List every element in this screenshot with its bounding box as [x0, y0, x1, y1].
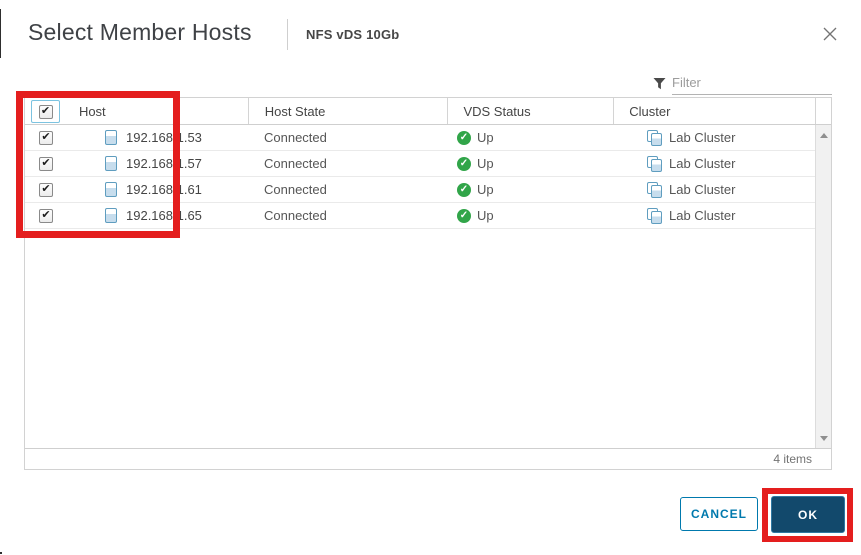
- host-icon: [105, 182, 117, 197]
- scroll-up-arrow-icon[interactable]: [816, 127, 831, 143]
- table-footer: 4 items: [25, 448, 831, 469]
- cluster-icon: [647, 156, 663, 172]
- host-name: 192.168.1.57: [126, 156, 202, 171]
- select-all-checkbox[interactable]: [39, 105, 53, 119]
- vds-status: Up: [477, 182, 494, 197]
- table-row[interactable]: 192.168.1.61 Connected Up Lab Cluster: [25, 177, 831, 203]
- filter-icon: [653, 77, 666, 95]
- host-state: Connected: [248, 177, 448, 202]
- column-header-host-state[interactable]: Host State: [248, 98, 448, 124]
- screenshot-edge-artifact: [0, 9, 1, 58]
- hosts-table: Host Host State VDS Status Cluster 192.1…: [24, 97, 832, 470]
- table-row[interactable]: 192.168.1.65 Connected Up Lab Cluster: [25, 203, 831, 229]
- status-up-icon: [457, 209, 471, 223]
- status-up-icon: [457, 131, 471, 145]
- scroll-down-arrow-icon[interactable]: [816, 430, 831, 446]
- column-header-host[interactable]: Host: [66, 98, 248, 124]
- table-header-row: Host Host State VDS Status Cluster: [25, 98, 831, 125]
- select-member-hosts-dialog: Select Member Hosts NFS vDS 10Gb Host: [0, 0, 861, 555]
- filter-box: [650, 70, 832, 96]
- filter-input[interactable]: [672, 70, 832, 95]
- host-icon: [105, 156, 117, 171]
- row-checkbox[interactable]: [39, 209, 53, 223]
- cluster-name: Lab Cluster: [669, 208, 735, 223]
- cluster-name: Lab Cluster: [669, 182, 735, 197]
- vds-status: Up: [477, 208, 494, 223]
- column-header-vds-status[interactable]: VDS Status: [447, 98, 613, 124]
- vds-status: Up: [477, 130, 494, 145]
- cluster-icon: [647, 182, 663, 198]
- host-name: 192.168.1.65: [126, 208, 202, 223]
- cluster-name: Lab Cluster: [669, 130, 735, 145]
- select-all-focus-ring: [31, 100, 60, 123]
- table-row[interactable]: 192.168.1.57 Connected Up Lab Cluster: [25, 151, 831, 177]
- table-scrollbar[interactable]: [815, 125, 831, 448]
- table-body: 192.168.1.53 Connected Up Lab Cluster 19…: [25, 125, 831, 448]
- host-name: 192.168.1.53: [126, 130, 202, 145]
- dialog-subtitle: NFS vDS 10Gb: [306, 27, 399, 42]
- select-all-cell: [25, 98, 66, 124]
- screenshot-edge-artifact: [0, 552, 2, 554]
- cluster-icon: [647, 208, 663, 224]
- title-divider: [287, 19, 288, 50]
- page-title: Select Member Hosts: [28, 19, 252, 46]
- host-state: Connected: [248, 203, 448, 228]
- column-header-spacer: [815, 98, 831, 124]
- row-checkbox[interactable]: [39, 157, 53, 171]
- vds-status: Up: [477, 156, 494, 171]
- host-state: Connected: [248, 151, 448, 176]
- host-state: Connected: [248, 125, 448, 150]
- host-icon: [105, 208, 117, 223]
- close-button[interactable]: [819, 24, 841, 46]
- item-count: 4 items: [773, 452, 812, 466]
- table-row[interactable]: 192.168.1.53 Connected Up Lab Cluster: [25, 125, 831, 151]
- status-up-icon: [457, 183, 471, 197]
- close-icon: [822, 26, 838, 45]
- ok-button[interactable]: OK: [771, 496, 845, 533]
- host-name: 192.168.1.61: [126, 182, 202, 197]
- cluster-name: Lab Cluster: [669, 156, 735, 171]
- status-up-icon: [457, 157, 471, 171]
- row-checkbox[interactable]: [39, 183, 53, 197]
- host-icon: [105, 130, 117, 145]
- column-header-cluster[interactable]: Cluster: [613, 98, 815, 124]
- cancel-button[interactable]: CANCEL: [680, 497, 758, 531]
- row-checkbox[interactable]: [39, 131, 53, 145]
- cluster-icon: [647, 130, 663, 146]
